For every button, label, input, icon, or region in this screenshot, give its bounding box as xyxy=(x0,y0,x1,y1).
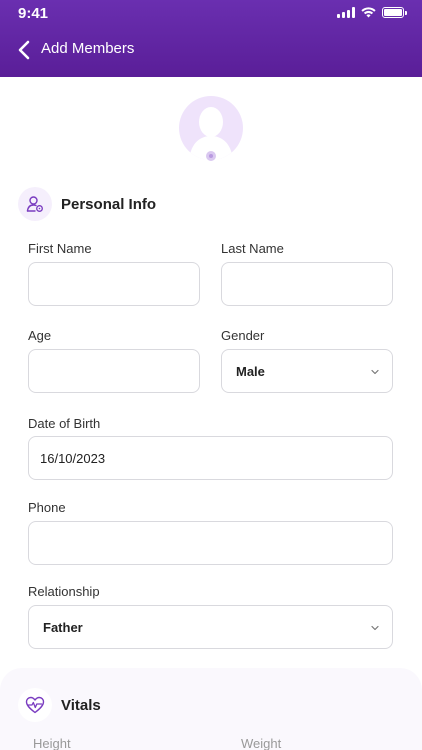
age-field[interactable] xyxy=(28,349,200,393)
first-name-field[interactable] xyxy=(28,262,200,306)
section-title-vitals: Vitals xyxy=(61,696,101,714)
last-name-input[interactable] xyxy=(233,263,392,305)
battery-icon xyxy=(382,7,407,18)
weight-label: Weight xyxy=(241,736,282,750)
gender-select[interactable]: Male xyxy=(221,349,393,393)
relationship-label: Relationship xyxy=(28,584,100,599)
person-settings-icon xyxy=(18,187,52,221)
personal-info-header: Personal Info xyxy=(18,187,156,221)
dob-field[interactable]: 16/10/2023 xyxy=(28,436,393,480)
section-title-personal-info: Personal Info xyxy=(61,195,157,213)
dob-label: Date of Birth xyxy=(28,416,101,431)
wifi-icon xyxy=(361,7,376,18)
back-chevron-icon xyxy=(18,40,30,60)
phone-field[interactable] xyxy=(28,521,393,565)
gender-label: Gender xyxy=(221,328,265,343)
dob-value: 16/10/2023 xyxy=(40,450,106,466)
app-header: 9:41 Add Members xyxy=(0,0,422,77)
first-name-label: First Name xyxy=(28,241,92,256)
signal-icon xyxy=(337,7,355,18)
status-bar: 9:41 xyxy=(0,0,422,26)
first-name-input[interactable] xyxy=(40,263,199,305)
phone-input[interactable] xyxy=(40,522,392,564)
last-name-field[interactable] xyxy=(221,262,393,306)
nav-bar: Add Members xyxy=(0,30,422,70)
back-button[interactable] xyxy=(12,38,36,62)
heart-pulse-icon xyxy=(18,688,52,722)
avatar-edit-badge[interactable] xyxy=(204,149,218,163)
age-label: Age xyxy=(28,328,52,343)
last-name-label: Last Name xyxy=(221,241,284,256)
avatar-picker[interactable] xyxy=(179,96,243,163)
gender-value: Male xyxy=(236,363,265,379)
relationship-select[interactable]: Father xyxy=(28,605,393,649)
status-icons xyxy=(337,7,407,18)
height-label: Height xyxy=(33,736,71,750)
age-input[interactable] xyxy=(40,350,199,392)
relationship-value: Father xyxy=(43,619,83,635)
page-title: Add Members xyxy=(41,40,135,57)
chevron-down-icon xyxy=(371,625,379,631)
vitals-header: Vitals xyxy=(18,688,101,722)
chevron-down-icon xyxy=(371,369,379,375)
phone-label: Phone xyxy=(28,500,66,515)
status-time: 9:41 xyxy=(18,5,49,22)
